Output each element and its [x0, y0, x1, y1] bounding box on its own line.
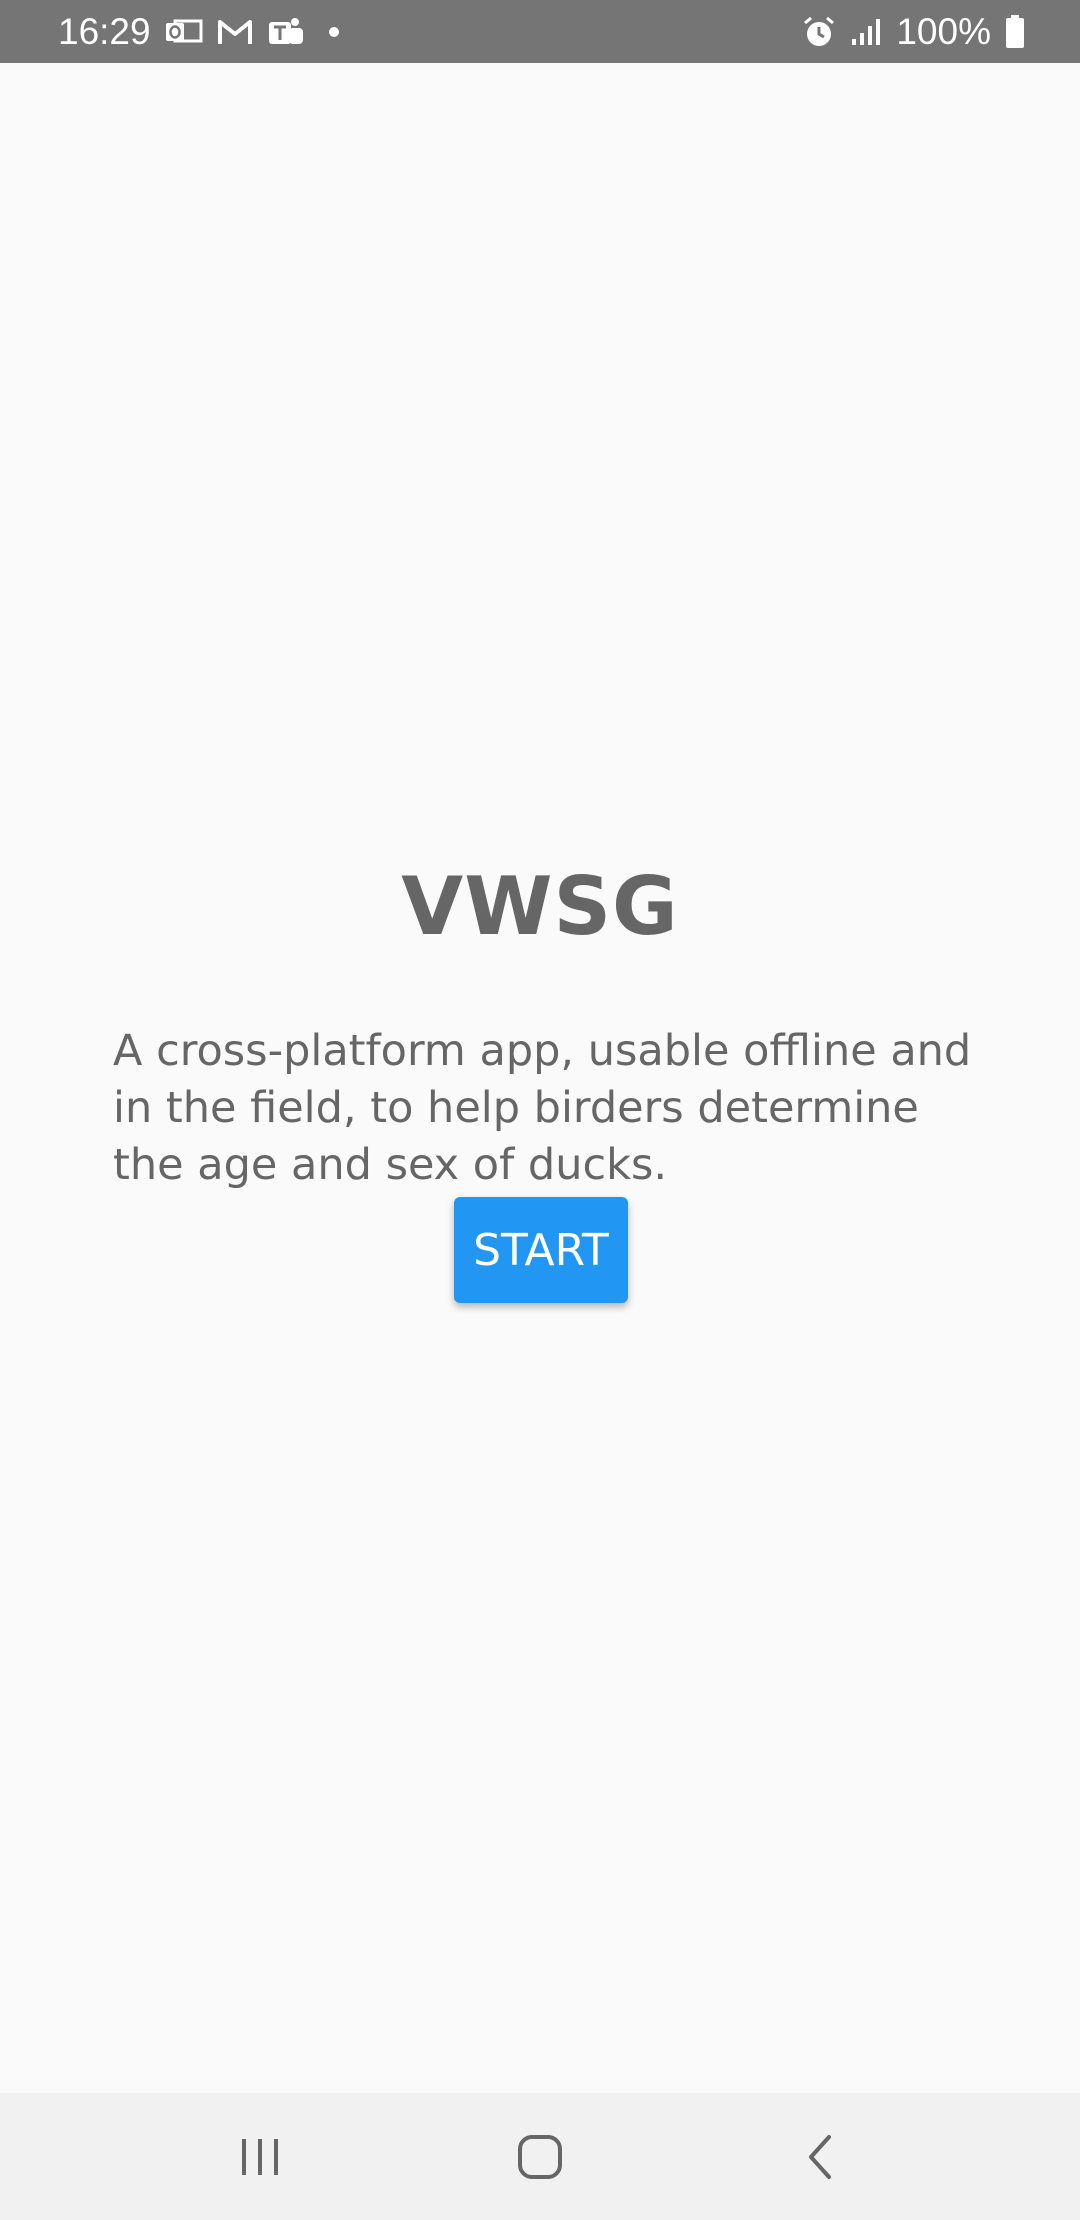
home-button[interactable] — [480, 2107, 600, 2207]
recent-apps-icon — [242, 2138, 278, 2175]
status-bar: 16:29 100% — [0, 0, 1080, 63]
status-time: 16:29 — [58, 10, 151, 52]
app-title: VWSG — [401, 860, 679, 953]
main-content: VWSG A cross-platform app, usable offlin… — [0, 63, 1080, 2093]
status-right: 100% — [788, 11, 1025, 53]
gmail-icon — [217, 18, 253, 46]
alarm-icon — [802, 15, 836, 49]
start-button[interactable]: START — [454, 1197, 628, 1303]
notification-dot-icon — [328, 26, 339, 37]
app-description: A cross-platform app, usable offline and… — [113, 1026, 972, 1190]
recent-apps-button[interactable] — [200, 2107, 320, 2207]
battery-percentage: 100% — [896, 10, 991, 52]
battery-icon — [1005, 14, 1025, 49]
signal-icon — [850, 17, 882, 47]
back-icon — [809, 2134, 831, 2179]
home-icon — [518, 2134, 562, 2179]
back-button[interactable] — [760, 2107, 880, 2207]
teams-icon — [267, 16, 305, 48]
outlook-icon — [165, 17, 203, 47]
navigation-bar — [0, 2093, 1080, 2220]
status-left: 16:29 — [58, 11, 353, 53]
